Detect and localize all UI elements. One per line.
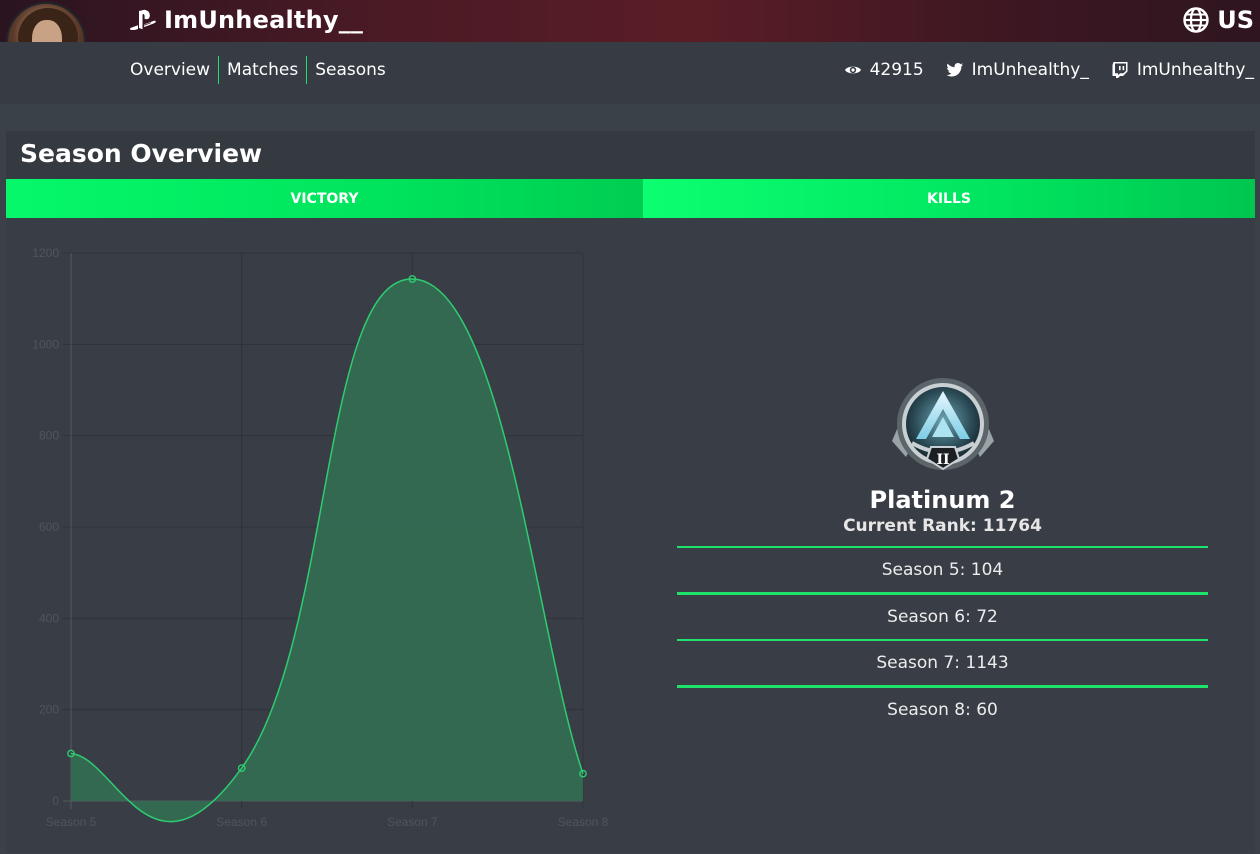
- nav-overview[interactable]: Overview: [126, 60, 214, 80]
- season-overview-card: Season Overview VICTORY KILLS 0 200 400 600…: [6, 131, 1255, 853]
- season-row: Season 7: 1143: [677, 639, 1208, 685]
- season-row: Season 5: 104: [677, 546, 1208, 592]
- eye-icon: [844, 66, 861, 74]
- y-tick-label: 800: [39, 429, 59, 443]
- y-tick-label: 0: [52, 794, 59, 808]
- nav-divider: [218, 56, 220, 84]
- tab-victory[interactable]: VICTORY: [6, 179, 643, 218]
- y-tick-label: 1000: [32, 337, 59, 351]
- twitch-link[interactable]: ImUnhealthy_: [1111, 60, 1254, 80]
- playstation-icon: [129, 9, 156, 31]
- platinum-rank-badge-icon: II: [891, 378, 994, 471]
- stat-tabs: VICTORY KILLS: [6, 179, 1255, 218]
- region-label: US: [1217, 6, 1254, 34]
- season-row: Season 6: 72: [677, 592, 1208, 639]
- y-tick-label: 400: [39, 611, 59, 625]
- card-header: Season Overview: [6, 131, 1255, 179]
- region-selector[interactable]: US: [1183, 4, 1254, 36]
- x-tick-label: Season 6: [216, 815, 267, 829]
- current-rank: Current Rank: 11764: [843, 516, 1042, 536]
- twitter-handle: ImUnhealthy_: [971, 60, 1089, 80]
- nav-bar: Overview Matches Seasons 42915 ImUnhealt…: [0, 42, 1260, 104]
- x-tick-label: Season 8: [558, 815, 609, 829]
- rank-panel: II Platinum 2 Current Rank: 11764 Season…: [677, 369, 1208, 732]
- tab-kills[interactable]: KILLS: [643, 179, 1255, 218]
- nav-seasons[interactable]: Seasons: [311, 60, 390, 80]
- username-text: ImUnhealthy__: [164, 6, 364, 34]
- globe-icon: [1183, 7, 1209, 33]
- nav-divider: [306, 56, 308, 84]
- views-count: 42915: [844, 60, 924, 80]
- twitch-handle: ImUnhealthy_: [1136, 60, 1254, 80]
- season-chart: 0 200 400 600 800 1000 1200 Season 5 Season 6 Sea…: [32, 246, 609, 829]
- x-tick-label: Season 5: [46, 815, 97, 829]
- series-area: [71, 279, 583, 822]
- y-tick-label: 600: [39, 520, 59, 534]
- nav-matches[interactable]: Matches: [223, 60, 302, 80]
- rank-name: Platinum 2: [869, 486, 1016, 514]
- views-value: 42915: [869, 60, 924, 80]
- season-row: Season 8: 60: [677, 685, 1208, 732]
- y-tick-label: 1200: [32, 246, 59, 260]
- twitter-icon: [946, 63, 963, 77]
- social-stats: 42915 ImUnhealthy_ ImUnhealthy_: [844, 55, 1254, 85]
- badge-numeral: II: [936, 452, 949, 468]
- season-list: Season 5: 104 Season 6: 72 Season 7: 114…: [677, 546, 1208, 732]
- page-title: Season Overview: [20, 139, 263, 168]
- profile-nav: Overview Matches Seasons: [126, 55, 390, 85]
- twitter-link[interactable]: ImUnhealthy_: [946, 60, 1089, 80]
- twitch-icon: [1112, 62, 1128, 78]
- profile-name: ImUnhealthy__: [128, 4, 363, 36]
- y-tick-label: 200: [39, 703, 59, 717]
- x-tick-label: Season 7: [387, 815, 438, 829]
